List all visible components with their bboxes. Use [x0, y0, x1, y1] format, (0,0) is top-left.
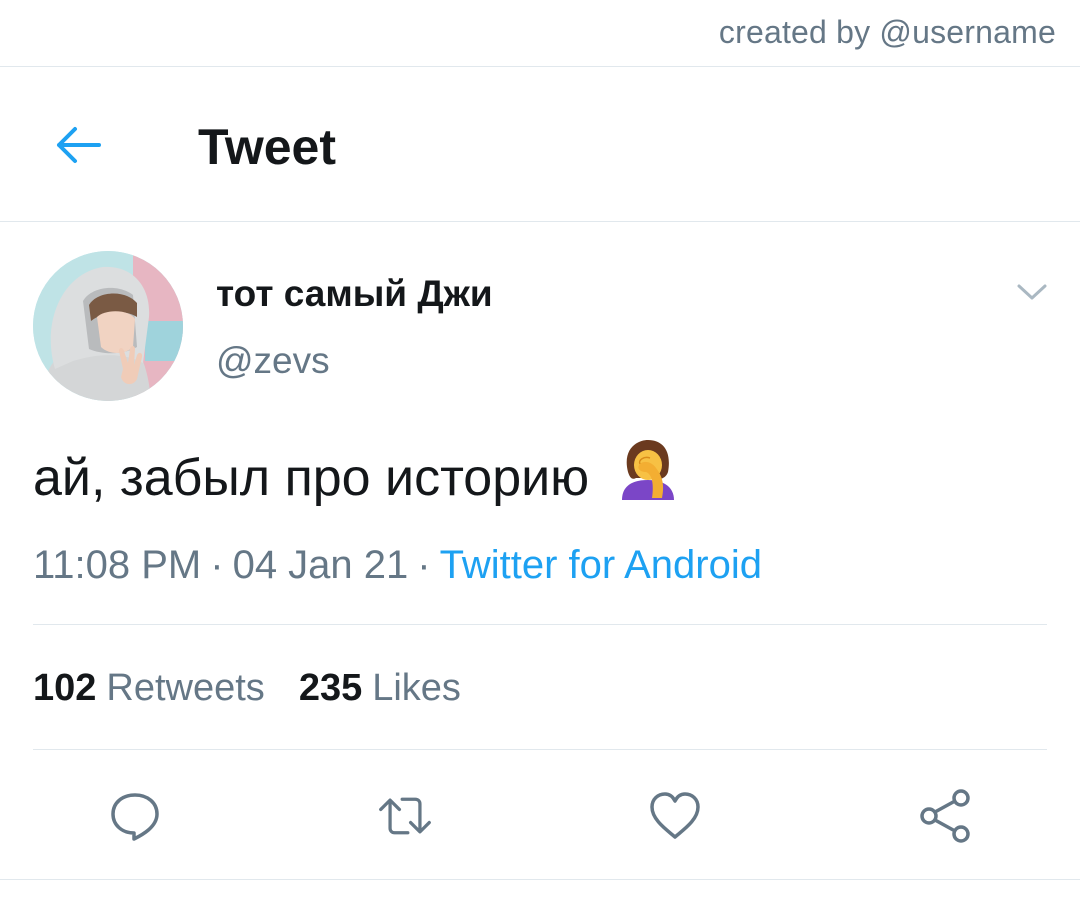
author-handle[interactable]: @zevs — [216, 339, 330, 383]
top-divider — [0, 66, 1080, 67]
watermark-text: created by @username — [718, 14, 1056, 50]
avatar[interactable] — [33, 251, 183, 401]
share-icon — [920, 789, 970, 843]
retweets-label: Retweets — [106, 667, 265, 709]
tweet-source-link[interactable]: Twitter for Android — [440, 543, 762, 587]
arrow-left-icon — [57, 127, 101, 163]
header-divider — [0, 221, 1080, 222]
likes-label: Likes — [372, 667, 461, 709]
avatar-image — [33, 251, 183, 401]
tweet-menu-button[interactable] — [1012, 275, 1052, 309]
reply-icon — [111, 793, 159, 841]
retweet-button[interactable] — [377, 788, 433, 844]
tweet-text: ай, забыл про историю — [33, 449, 590, 507]
tweet-date: 04 Jan 21 — [232, 543, 409, 587]
retweet-icon — [379, 797, 431, 835]
back-button[interactable] — [50, 120, 106, 170]
tweet-time: 11:08 PM — [33, 543, 202, 587]
share-button[interactable] — [917, 788, 973, 844]
bottom-divider — [0, 879, 1080, 880]
face-palm-emoji — [618, 438, 676, 515]
stats-divider — [33, 749, 1047, 750]
likes-stat[interactable]: 235 Likes — [299, 665, 461, 711]
like-icon — [650, 792, 700, 839]
likes-count: 235 — [298, 667, 363, 709]
tweet-body: ай, забыл про историю — [33, 439, 676, 515]
tweet-meta: 11:08 PM · 04 Jan 21 · Twitter for Android — [33, 540, 762, 590]
author-display-name[interactable]: тот самый Джи — [216, 272, 493, 316]
reply-button[interactable] — [107, 788, 163, 844]
meta-separator: · — [210, 543, 224, 587]
retweets-stat[interactable]: 102 Retweets — [33, 665, 265, 711]
retweets-count: 102 — [33, 667, 97, 709]
meta-divider — [33, 624, 1047, 625]
page-title: Tweet — [198, 119, 336, 175]
chevron-down-icon — [1017, 284, 1047, 300]
like-button[interactable] — [647, 788, 703, 844]
meta-separator: · — [417, 543, 431, 587]
tweet-stats: 102 Retweets 235 Likes — [33, 665, 461, 711]
